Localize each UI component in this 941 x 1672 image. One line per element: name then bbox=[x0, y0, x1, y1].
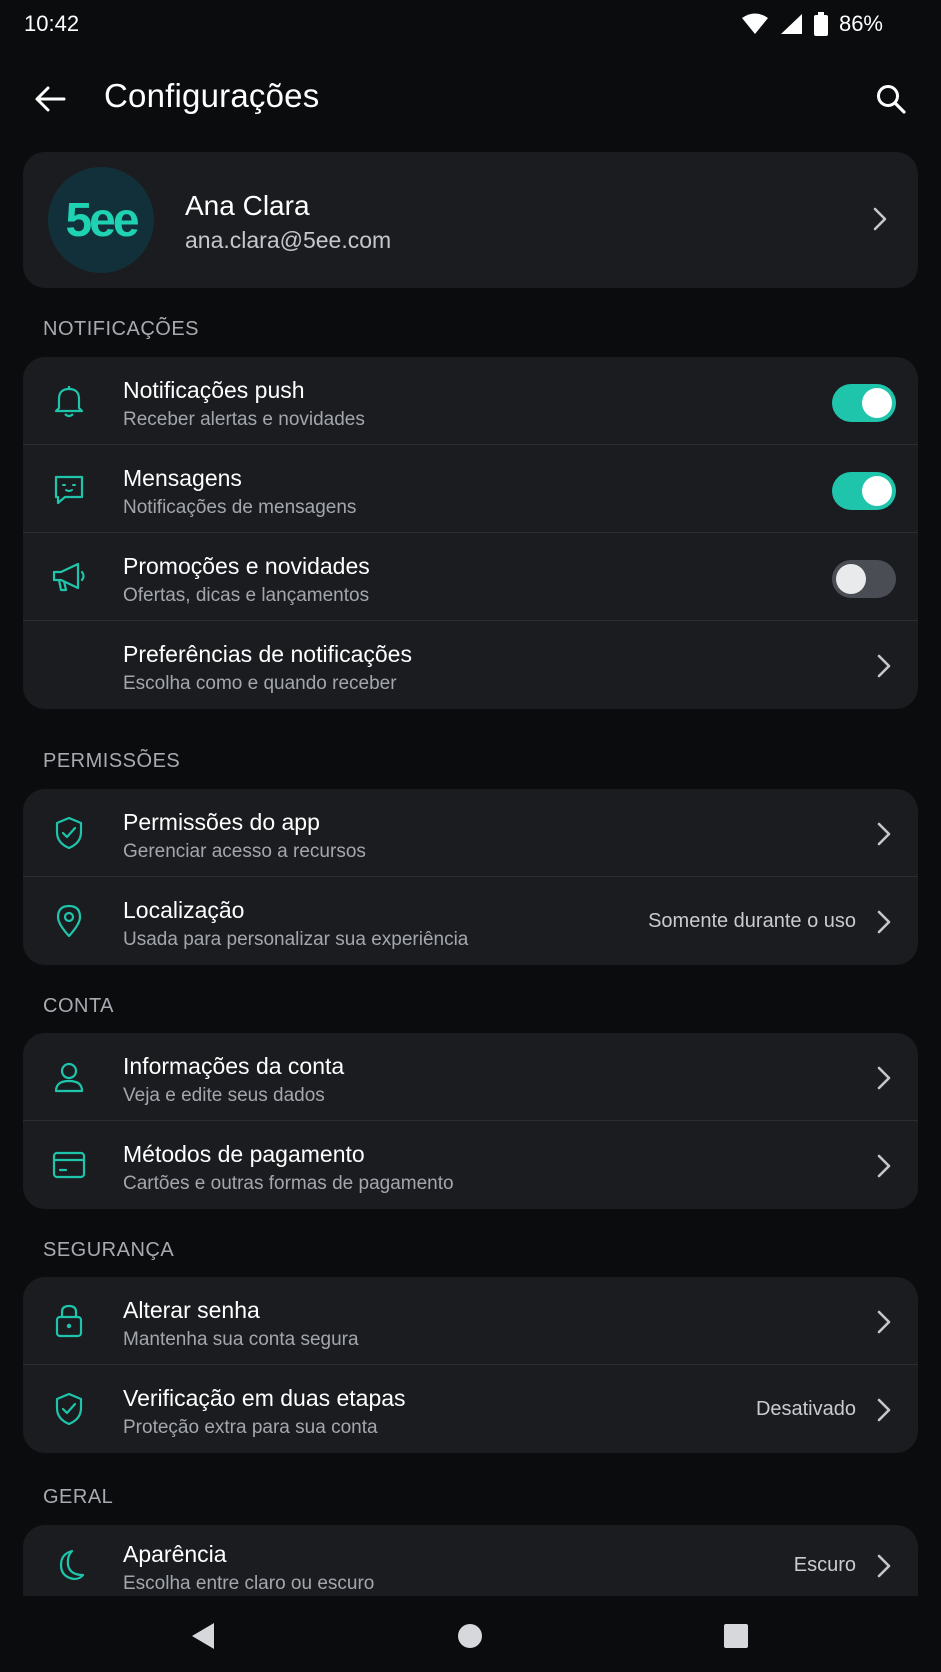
row-label: Notificações push bbox=[123, 377, 305, 403]
row-sub: Receber alertas e novidades bbox=[123, 409, 365, 430]
row-sub: Veja e edite seus dados bbox=[123, 1085, 325, 1106]
row-label: Preferências de notificações bbox=[123, 641, 412, 667]
chevron-right-icon bbox=[877, 654, 891, 678]
row-sub: Cartões e outras formas de pagamento bbox=[123, 1173, 454, 1194]
section-label-notificacoes: NOTIFICAÇÕES bbox=[43, 318, 200, 340]
avatar-logo: 5ee bbox=[65, 193, 139, 247]
chevron-right-icon bbox=[877, 1066, 891, 1090]
row-sub: Proteção extra para sua conta bbox=[123, 1417, 378, 1438]
row-sub: Notificações de mensagens bbox=[123, 497, 357, 518]
chevron-right-icon bbox=[877, 910, 891, 934]
row-sub: Mantenha sua conta segura bbox=[123, 1329, 359, 1350]
messages-toggle[interactable] bbox=[832, 472, 896, 510]
appearance-value: Escuro bbox=[793, 1554, 856, 1576]
toggle-knob bbox=[862, 476, 892, 506]
chevron-right-icon bbox=[877, 1398, 891, 1422]
row-messages[interactable]: Mensagens Notificações de mensagens bbox=[23, 445, 918, 533]
row-label: Alterar senha bbox=[123, 1297, 260, 1323]
nav-recents-icon bbox=[724, 1624, 748, 1648]
section-label-permissoes: PERMISSÕES bbox=[43, 750, 181, 772]
section-label-seguranca: SEGURANÇA bbox=[43, 1239, 175, 1261]
search-button[interactable] bbox=[871, 79, 911, 119]
back-arrow-icon bbox=[35, 86, 66, 112]
row-payment-methods[interactable]: Métodos de pagamento Cartões e outras fo… bbox=[23, 1121, 918, 1209]
section-label-conta: CONTA bbox=[43, 995, 115, 1017]
signal-icon bbox=[780, 14, 802, 34]
shield-check-icon bbox=[51, 1391, 87, 1427]
nav-recents-button[interactable] bbox=[718, 1618, 754, 1654]
location-pin-icon bbox=[51, 903, 87, 939]
page-title: Configurações bbox=[104, 77, 320, 114]
row-label: Permissões do app bbox=[123, 809, 320, 835]
wifi-icon bbox=[741, 13, 768, 34]
nav-home-icon bbox=[458, 1624, 482, 1648]
row-label: Informações da conta bbox=[123, 1053, 345, 1079]
back-button[interactable] bbox=[30, 79, 70, 119]
row-promotions[interactable]: Promoções e novidades Ofertas, dicas e l… bbox=[23, 533, 918, 621]
row-label: Mensagens bbox=[123, 465, 242, 491]
nav-back-icon bbox=[192, 1623, 214, 1649]
row-label: Métodos de pagamento bbox=[123, 1141, 365, 1167]
chevron-right-icon bbox=[873, 207, 887, 231]
row-account-info[interactable]: Informações da conta Veja e edite seus d… bbox=[23, 1033, 918, 1121]
avatar: 5ee bbox=[48, 167, 154, 273]
toggle-knob bbox=[862, 388, 892, 418]
status-bar: 10:42 86% bbox=[0, 0, 941, 50]
row-location[interactable]: Localização Usada para personalizar sua … bbox=[23, 877, 918, 965]
notifications-card: Notificações push Receber alertas e novi… bbox=[23, 357, 918, 709]
row-sub: Gerenciar acesso a recursos bbox=[123, 841, 366, 862]
user-icon bbox=[51, 1059, 87, 1095]
row-change-password[interactable]: Alterar senha Mantenha sua conta segura bbox=[23, 1277, 918, 1365]
general-card: Aparência Escolha entre claro ou escuro … bbox=[23, 1525, 918, 1596]
security-card: Alterar senha Mantenha sua conta segura … bbox=[23, 1277, 918, 1453]
lock-icon bbox=[51, 1303, 87, 1339]
bell-icon bbox=[51, 383, 87, 419]
row-label: Localização bbox=[123, 897, 245, 923]
two-step-value: Desativado bbox=[755, 1398, 856, 1420]
profile-email: ana.clara@5ee.com bbox=[185, 227, 392, 253]
chevron-right-icon bbox=[877, 1554, 891, 1578]
row-label: Aparência bbox=[123, 1541, 227, 1567]
row-app-permissions[interactable]: Permissões do app Gerenciar acesso a rec… bbox=[23, 789, 918, 877]
battery-percent: 86% bbox=[838, 11, 883, 36]
row-appearance[interactable]: Aparência Escolha entre claro ou escuro … bbox=[23, 1525, 918, 1596]
profile-name: Ana Clara bbox=[185, 190, 310, 221]
row-sub: Escolha como e quando receber bbox=[123, 673, 397, 694]
chevron-right-icon bbox=[877, 1310, 891, 1334]
row-label: Promoções e novidades bbox=[123, 553, 370, 579]
shield-check-icon bbox=[51, 815, 87, 851]
location-value: Somente durante o uso bbox=[648, 910, 856, 932]
chevron-right-icon bbox=[877, 822, 891, 846]
section-label-geral: GERAL bbox=[43, 1486, 114, 1508]
row-sub: Escolha entre claro ou escuro bbox=[123, 1573, 375, 1594]
chevron-right-icon bbox=[877, 1154, 891, 1178]
promotions-toggle[interactable] bbox=[832, 560, 896, 598]
status-time: 10:42 bbox=[24, 11, 80, 36]
row-sub: Ofertas, dicas e lançamentos bbox=[123, 585, 370, 606]
profile-card[interactable]: 5ee Ana Clara ana.clara@5ee.com bbox=[23, 152, 918, 288]
toggle-knob bbox=[836, 564, 866, 594]
permissions-card: Permissões do app Gerenciar acesso a rec… bbox=[23, 789, 918, 965]
megaphone-icon bbox=[51, 559, 87, 595]
card-icon bbox=[51, 1147, 87, 1183]
search-icon bbox=[877, 85, 906, 114]
system-nav-bar bbox=[0, 1596, 941, 1672]
row-sub: Usada para personalizar sua experiência bbox=[123, 929, 469, 950]
row-push-notifications[interactable]: Notificações push Receber alertas e novi… bbox=[23, 357, 918, 445]
row-label: Verificação em duas etapas bbox=[123, 1385, 406, 1411]
nav-back-button[interactable] bbox=[185, 1618, 221, 1654]
push-toggle[interactable] bbox=[832, 384, 896, 422]
account-card: Informações da conta Veja e edite seus d… bbox=[23, 1033, 918, 1209]
nav-home-button[interactable] bbox=[452, 1618, 488, 1654]
row-notification-preferences[interactable]: Preferências de notificações Escolha com… bbox=[23, 621, 918, 709]
moon-icon bbox=[51, 1547, 87, 1583]
battery-icon bbox=[813, 12, 828, 36]
row-two-step-verification[interactable]: Verificação em duas etapas Proteção extr… bbox=[23, 1365, 918, 1453]
app-bar: Configurações bbox=[0, 55, 941, 139]
message-icon bbox=[51, 471, 87, 507]
